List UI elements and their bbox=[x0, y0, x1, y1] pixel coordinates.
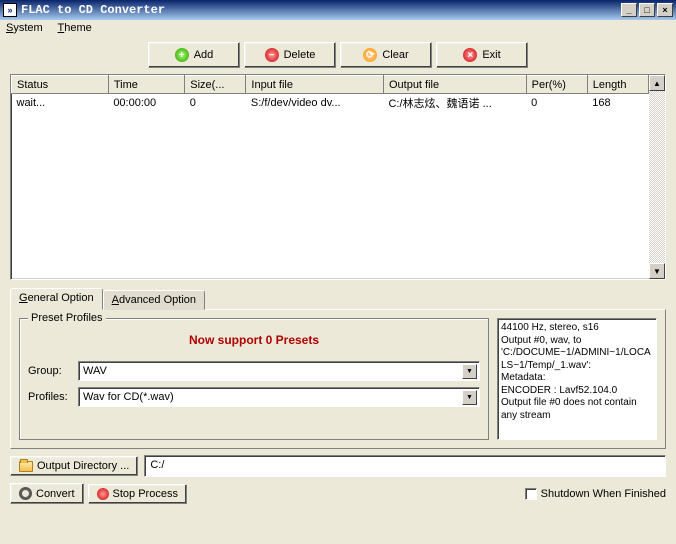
scroll-track[interactable] bbox=[649, 91, 665, 263]
output-directory-button[interactable]: Output Directory ... bbox=[10, 456, 138, 476]
group-combo[interactable]: WAV ▼ bbox=[78, 361, 480, 381]
gear-icon bbox=[19, 487, 32, 500]
app-icon: » bbox=[3, 3, 17, 17]
col-per[interactable]: Per(%) bbox=[526, 76, 587, 94]
window-title: FLAC to CD Converter bbox=[21, 3, 619, 17]
tab-general[interactable]: General Option bbox=[10, 288, 103, 310]
delete-button[interactable]: −Delete bbox=[244, 42, 336, 68]
stop-process-button[interactable]: Stop Process bbox=[88, 484, 187, 504]
preset-profiles-group: Preset Profiles Now support 0 Presets Gr… bbox=[19, 318, 489, 440]
delete-icon: − bbox=[265, 48, 279, 62]
stop-icon bbox=[97, 488, 109, 500]
log-line: 'C:/DOCUME~1/ADMINI~1/LOCALS~1/Temp/_1.w… bbox=[501, 347, 653, 372]
add-button[interactable]: + Add bbox=[148, 42, 240, 68]
preset-legend: Preset Profiles bbox=[28, 312, 106, 324]
add-icon: + bbox=[175, 48, 189, 62]
cell-time: 00:00:00 bbox=[108, 94, 184, 113]
toolbar: + Add −Delete ⟳ Clear × Exit bbox=[0, 36, 676, 74]
scroll-down-icon[interactable]: ▼ bbox=[649, 263, 665, 279]
col-size[interactable]: Size(... bbox=[185, 76, 246, 94]
cell-input: S:/f/dev/video dv... bbox=[246, 94, 384, 113]
table-header-row: Status Time Size(... Input file Output f… bbox=[12, 76, 649, 94]
checkbox-icon bbox=[525, 488, 537, 500]
close-button[interactable]: × bbox=[657, 3, 673, 17]
delete-label: Delete bbox=[284, 49, 316, 61]
cell-per: 0 bbox=[526, 94, 587, 113]
col-time[interactable]: Time bbox=[108, 76, 184, 94]
exit-icon: × bbox=[463, 48, 477, 62]
group-value: WAV bbox=[83, 365, 462, 377]
chevron-down-icon: ▼ bbox=[462, 390, 477, 405]
tab-advanced[interactable]: Advanced Option bbox=[103, 290, 205, 310]
add-label: Add bbox=[194, 49, 214, 61]
log-output[interactable]: 44100 Hz, stereo, s16 Output #0, wav, to… bbox=[497, 318, 657, 440]
menu-bar: System Theme bbox=[0, 20, 676, 36]
cell-size: 0 bbox=[185, 94, 246, 113]
output-directory-label: Output Directory ... bbox=[37, 460, 129, 472]
log-line: 44100 Hz, stereo, s16 bbox=[501, 322, 653, 335]
scroll-up-icon[interactable]: ▲ bbox=[649, 75, 665, 91]
menu-system[interactable]: System bbox=[6, 22, 43, 34]
log-line: Output #0, wav, to bbox=[501, 335, 653, 348]
shutdown-label: Shutdown When Finished bbox=[541, 488, 666, 500]
convert-button[interactable]: Convert bbox=[10, 483, 84, 504]
log-line: ENCODER : Lavf52.104.0 bbox=[501, 385, 653, 398]
col-status[interactable]: Status bbox=[12, 76, 109, 94]
profiles-combo[interactable]: Wav for CD(*.wav) ▼ bbox=[78, 387, 480, 407]
exit-button[interactable]: × Exit bbox=[436, 42, 528, 68]
clear-icon: ⟳ bbox=[363, 48, 377, 62]
minimize-button[interactable]: _ bbox=[621, 3, 637, 17]
cell-status: wait... bbox=[12, 94, 109, 113]
title-bar: » FLAC to CD Converter _ □ × bbox=[0, 0, 676, 20]
clear-button[interactable]: ⟳ Clear bbox=[340, 42, 432, 68]
convert-label: Convert bbox=[36, 488, 75, 500]
cell-length: 168 bbox=[587, 94, 648, 113]
profiles-value: Wav for CD(*.wav) bbox=[83, 391, 462, 403]
log-line: Output file #0 does not contain any stre… bbox=[501, 397, 653, 422]
clear-label: Clear bbox=[382, 49, 408, 61]
profiles-label: Profiles: bbox=[28, 391, 78, 403]
vertical-scrollbar[interactable]: ▲ ▼ bbox=[649, 75, 665, 279]
col-output[interactable]: Output file bbox=[383, 76, 526, 94]
cell-output: C:/林志炫、魏语诺 ... bbox=[383, 94, 526, 113]
stop-label: Stop Process bbox=[113, 488, 178, 500]
group-label: Group: bbox=[28, 365, 78, 377]
exit-label: Exit bbox=[482, 49, 500, 61]
output-directory-path[interactable]: C:/ bbox=[144, 455, 666, 477]
options-tabs: General Option Advanced Option Preset Pr… bbox=[10, 288, 666, 449]
col-length[interactable]: Length bbox=[587, 76, 648, 94]
table-row[interactable]: wait... 00:00:00 0 S:/f/dev/video dv... … bbox=[12, 94, 649, 113]
col-input[interactable]: Input file bbox=[246, 76, 384, 94]
file-list: Status Time Size(... Input file Output f… bbox=[10, 74, 666, 280]
menu-theme[interactable]: Theme bbox=[58, 22, 92, 34]
log-line: Metadata: bbox=[501, 372, 653, 385]
maximize-button[interactable]: □ bbox=[639, 3, 655, 17]
preset-banner: Now support 0 Presets bbox=[28, 333, 480, 347]
shutdown-checkbox[interactable]: Shutdown When Finished bbox=[525, 488, 666, 500]
chevron-down-icon: ▼ bbox=[462, 364, 477, 379]
bottom-bar: Output Directory ... C:/ Convert Stop Pr… bbox=[10, 455, 666, 504]
folder-icon bbox=[19, 461, 33, 472]
